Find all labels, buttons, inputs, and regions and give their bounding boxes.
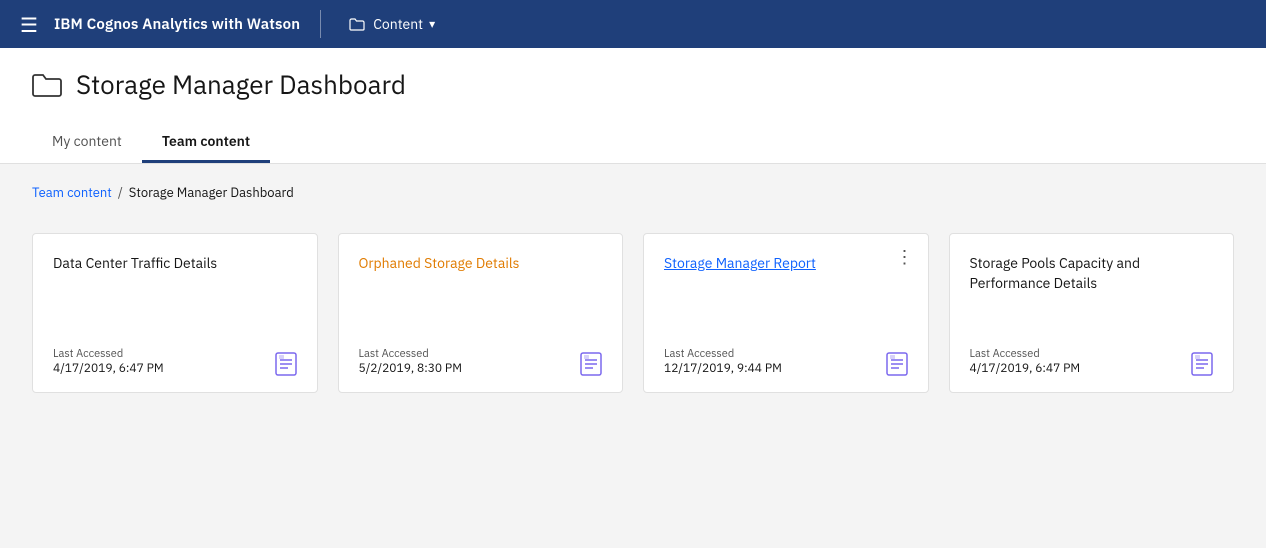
- report-icon: [886, 352, 908, 376]
- content-label: Content: [373, 15, 423, 33]
- page-title: Storage Manager Dashboard: [76, 68, 406, 102]
- app-title: IBM Cognos Analytics with Watson: [54, 15, 300, 34]
- report-icon: [580, 352, 602, 376]
- chevron-down-icon: ▾: [429, 17, 435, 32]
- report-icon: [1191, 352, 1213, 376]
- card-storage-manager-report: ⋮ Storage Manager Report Last Accessed 1…: [643, 233, 929, 393]
- last-accessed-label: Last Accessed: [664, 347, 782, 361]
- tab-team-content[interactable]: Team content: [142, 122, 270, 163]
- last-accessed-data-center: Last Accessed 4/17/2019, 6:47 PM: [53, 347, 164, 376]
- last-accessed-date: 5/2/2019, 8:30 PM: [359, 361, 462, 376]
- hamburger-menu-icon[interactable]: ☰: [16, 7, 42, 42]
- last-accessed-orphaned: Last Accessed 5/2/2019, 8:30 PM: [359, 347, 462, 376]
- card-storage-pools: Storage Pools Capacity and Performance D…: [949, 233, 1235, 393]
- breadcrumb: Team content / Storage Manager Dashboard: [32, 184, 1234, 201]
- last-accessed-date: 12/17/2019, 9:44 PM: [664, 361, 782, 376]
- card-title-storage-manager[interactable]: Storage Manager Report: [664, 254, 908, 347]
- last-accessed-date: 4/17/2019, 6:47 PM: [53, 361, 164, 376]
- last-accessed-label: Last Accessed: [53, 347, 164, 361]
- breadcrumb-separator: /: [118, 184, 123, 201]
- nav-divider: [320, 10, 321, 38]
- card-menu-icon[interactable]: ⋮: [896, 248, 914, 266]
- page-folder-icon: [32, 73, 62, 97]
- card-footer-data-center: Last Accessed 4/17/2019, 6:47 PM: [53, 347, 297, 376]
- card-orphaned-storage: Orphaned Storage Details Last Accessed 5…: [338, 233, 624, 393]
- cards-grid: Data Center Traffic Details Last Accesse…: [32, 233, 1234, 393]
- breadcrumb-team-content-link[interactable]: Team content: [32, 184, 112, 201]
- card-title-data-center[interactable]: Data Center Traffic Details: [53, 254, 297, 347]
- page-header: Storage Manager Dashboard My content Tea…: [0, 48, 1266, 164]
- card-footer-storage-manager: Last Accessed 12/17/2019, 9:44 PM: [664, 347, 908, 376]
- last-accessed-label: Last Accessed: [359, 347, 462, 361]
- last-accessed-storage-pools: Last Accessed 4/17/2019, 6:47 PM: [970, 347, 1081, 376]
- breadcrumb-current-page: Storage Manager Dashboard: [129, 184, 294, 201]
- card-footer-storage-pools: Last Accessed 4/17/2019, 6:47 PM: [970, 347, 1214, 376]
- top-navigation: ☰ IBM Cognos Analytics with Watson Conte…: [0, 0, 1266, 48]
- tabs-container: My content Team content: [32, 122, 1234, 163]
- card-title-storage-pools[interactable]: Storage Pools Capacity and Performance D…: [970, 254, 1214, 347]
- card-footer-orphaned: Last Accessed 5/2/2019, 8:30 PM: [359, 347, 603, 376]
- last-accessed-storage-manager: Last Accessed 12/17/2019, 9:44 PM: [664, 347, 782, 376]
- report-icon: [275, 352, 297, 376]
- page-title-row: Storage Manager Dashboard: [32, 68, 1234, 102]
- last-accessed-label: Last Accessed: [970, 347, 1081, 361]
- tab-my-content[interactable]: My content: [32, 122, 142, 163]
- card-title-orphaned[interactable]: Orphaned Storage Details: [359, 254, 603, 347]
- card-data-center: Data Center Traffic Details Last Accesse…: [32, 233, 318, 393]
- content-dropdown-button[interactable]: Content ▾: [341, 11, 443, 37]
- last-accessed-date: 4/17/2019, 6:47 PM: [970, 361, 1081, 376]
- content-area: Team content / Storage Manager Dashboard…: [0, 164, 1266, 548]
- folder-icon: [349, 18, 365, 31]
